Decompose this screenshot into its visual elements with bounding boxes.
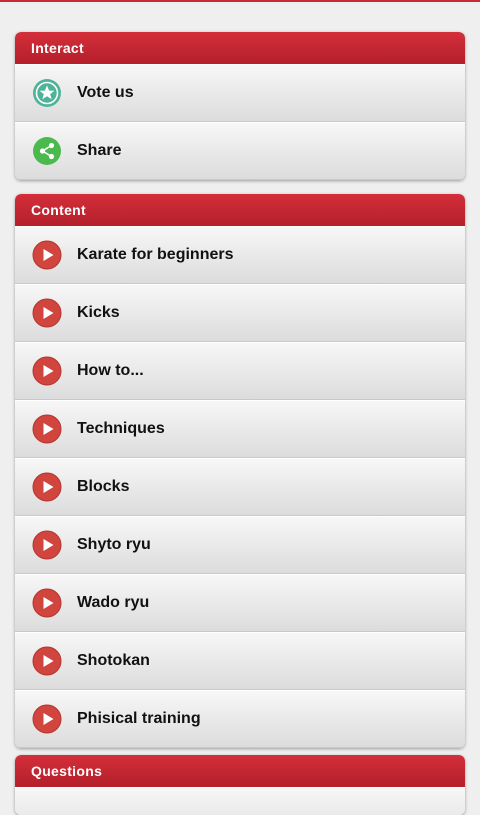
play-icon: [32, 298, 62, 328]
content-item-shotokan[interactable]: Shotokan: [15, 632, 465, 690]
content-item-kicks[interactable]: Kicks: [15, 284, 465, 342]
content-item-label: Techniques: [77, 420, 165, 437]
content-header: Content: [15, 194, 465, 226]
play-icon: [32, 356, 62, 386]
content-item-label: Kicks: [77, 304, 120, 321]
content-item-label: Shyto ryu: [77, 536, 151, 553]
vote-us-label: Vote us: [77, 84, 134, 101]
questions-header: Questions: [15, 755, 465, 787]
content-item-how-to[interactable]: How to...: [15, 342, 465, 400]
play-icon: [32, 588, 62, 618]
content-item-wado-ryu[interactable]: Wado ryu: [15, 574, 465, 632]
content-item-shyto-ryu[interactable]: Shyto ryu: [15, 516, 465, 574]
content-item-label: How to...: [77, 362, 144, 379]
content-item-techniques[interactable]: Techniques: [15, 400, 465, 458]
interact-header: Interact: [15, 32, 465, 64]
content-item-label: Karate for beginners: [77, 246, 234, 263]
play-icon: [32, 240, 62, 270]
content-item-label: Blocks: [77, 478, 130, 495]
share-icon: [32, 136, 62, 166]
play-icon: [32, 704, 62, 734]
content-item-blocks[interactable]: Blocks: [15, 458, 465, 516]
vote-us-item[interactable]: Vote us: [15, 64, 465, 122]
content-item-label: Phisical training: [77, 710, 201, 727]
play-icon: [32, 414, 62, 444]
interact-panel: Interact Vote us Share: [15, 32, 465, 180]
share-item[interactable]: Share: [15, 122, 465, 180]
star-badge-icon: [32, 78, 62, 108]
questions-panel: Questions: [15, 755, 465, 815]
content-item-label: Shotokan: [77, 652, 150, 669]
play-icon: [32, 472, 62, 502]
content-item-phisical-training[interactable]: Phisical training: [15, 690, 465, 748]
play-icon: [32, 646, 62, 676]
play-icon: [32, 530, 62, 560]
questions-item[interactable]: [15, 787, 465, 815]
top-accent-bar: [0, 0, 480, 2]
content-item-label: Wado ryu: [77, 594, 150, 611]
share-label: Share: [77, 142, 122, 159]
content-panel: Content Karate for beginners Kicks How t…: [15, 194, 465, 748]
content-item-karate-for-beginners[interactable]: Karate for beginners: [15, 226, 465, 284]
